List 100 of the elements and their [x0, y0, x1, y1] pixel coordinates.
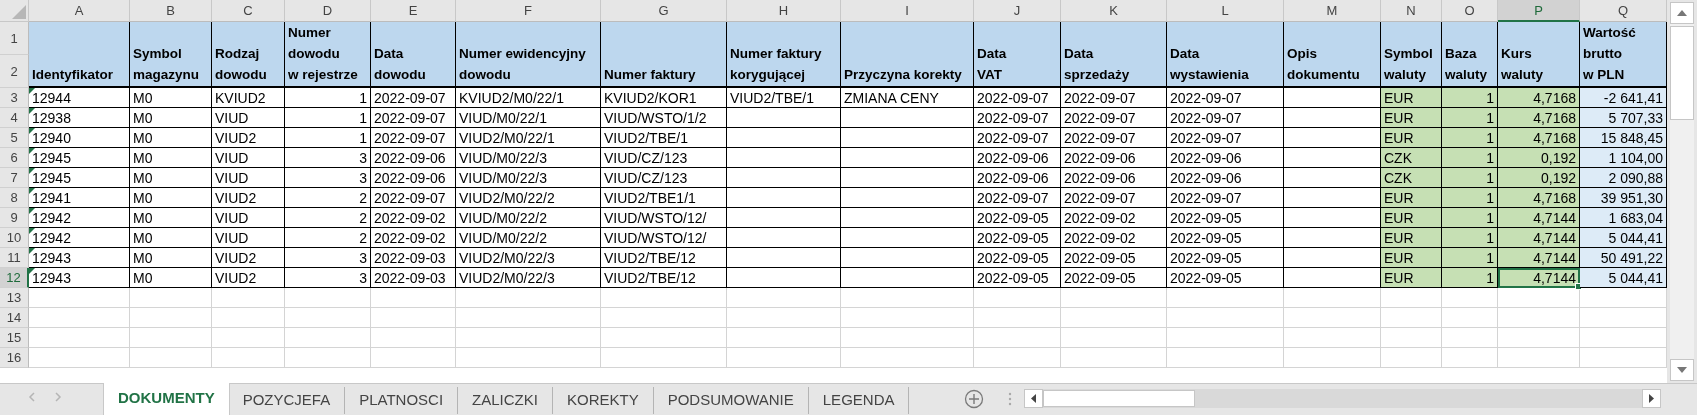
table-cell: 2: [285, 188, 371, 208]
column-heading[interactable]: M: [1284, 0, 1381, 22]
header-cell: Numer ewidencyjny dowodu: [456, 22, 601, 88]
sheet-tab[interactable]: PLATNOSCI: [345, 387, 459, 414]
table-cell: ZMIANA CENY: [841, 88, 974, 108]
splitter-icon[interactable]: [1008, 392, 1012, 406]
table-cell: KVIUD2: [212, 88, 285, 108]
row-heading[interactable]: 6: [0, 148, 29, 168]
scroll-thumb[interactable]: [1043, 390, 1195, 407]
row-heading[interactable]: 2: [0, 55, 29, 88]
select-all-icon[interactable]: [12, 5, 26, 19]
row-heading[interactable]: 4: [0, 108, 29, 128]
table-cell: 3: [285, 248, 371, 268]
scroll-down-icon[interactable]: [1670, 359, 1694, 381]
table-cell: EUR: [1381, 208, 1442, 228]
column-heading[interactable]: J: [974, 0, 1061, 22]
row-heading[interactable]: 16: [0, 348, 29, 368]
row-heading[interactable]: 15: [0, 328, 29, 348]
column-heading[interactable]: G: [601, 0, 727, 22]
table-cell: 2022-09-05: [1167, 248, 1284, 268]
sheet-tab[interactable]: POZYCJEFA: [228, 387, 346, 414]
table-cell: 2022-09-02: [1061, 228, 1167, 248]
table-cell: VIUD: [212, 208, 285, 228]
table-cell: 1: [1442, 168, 1498, 188]
table-cell: 2022-09-02: [371, 228, 456, 248]
column-heading[interactable]: N: [1381, 0, 1442, 22]
header-cell: Baza waluty: [1442, 22, 1498, 88]
column-heading[interactable]: A: [29, 0, 130, 22]
column-heading[interactable]: Q: [1580, 0, 1667, 22]
table-cell: 2022-09-07: [1061, 188, 1167, 208]
column-heading[interactable]: D: [285, 0, 371, 22]
table-cell: VIUD2/M0/22/2: [456, 188, 601, 208]
column-heading[interactable]: K: [1061, 0, 1167, 22]
row-heading[interactable]: 8: [0, 188, 29, 208]
table-cell: CZK: [1381, 168, 1442, 188]
column-heading[interactable]: I: [841, 0, 974, 22]
column-heading[interactable]: L: [1167, 0, 1284, 22]
row-heading[interactable]: 10: [0, 228, 29, 248]
table-cell: 2022-09-05: [1061, 268, 1167, 288]
header-cell: Data dowodu: [371, 22, 456, 88]
table-cell: EUR: [1381, 88, 1442, 108]
add-sheet-icon[interactable]: [964, 389, 984, 409]
scroll-left-icon[interactable]: [1024, 389, 1043, 408]
table-cell: 15 848,45: [1580, 128, 1667, 148]
table-cell: 1: [1442, 128, 1498, 148]
row-heading[interactable]: 1: [0, 22, 29, 55]
row-heading[interactable]: 7: [0, 168, 29, 188]
table-cell: VIUD2: [212, 188, 285, 208]
table-cell: VIUD/WSTO/1/2: [601, 108, 727, 128]
column-heading[interactable]: E: [371, 0, 456, 22]
column-heading[interactable]: O: [1442, 0, 1498, 22]
column-heading[interactable]: C: [212, 0, 285, 22]
next-sheet-icon[interactable]: [54, 392, 62, 402]
header-cell: Data VAT: [974, 22, 1061, 88]
table-cell: 1 104,00: [1580, 148, 1667, 168]
sheet-tab[interactable]: LEGENDA: [808, 387, 910, 414]
table-cell: M0: [130, 228, 212, 248]
table-cell: 2022-09-06: [1167, 168, 1284, 188]
column-heading[interactable]: F: [456, 0, 601, 22]
table-cell: VIUD/M0/22/3: [456, 168, 601, 188]
table-cell: 2022-09-05: [974, 268, 1061, 288]
empty-cell: [1442, 288, 1498, 308]
row-heading[interactable]: 9: [0, 208, 29, 228]
table-cell: 2022-09-07: [1061, 128, 1167, 148]
table-cell: M0: [130, 148, 212, 168]
empty-cell: [1381, 328, 1442, 348]
table-cell: 1: [1442, 248, 1498, 268]
table-cell: 2022-09-05: [1061, 248, 1167, 268]
sheet-tab[interactable]: PODSUMOWANIE: [653, 387, 809, 414]
table-cell: VIUD2: [212, 128, 285, 148]
sheet-tab[interactable]: KOREKTY: [552, 387, 654, 414]
table-cell: VIUD2/TBE/1: [727, 88, 841, 108]
sheet-tab[interactable]: ZALICZKI: [458, 387, 553, 414]
sheet-tab[interactable]: DOKUMENTY: [104, 383, 229, 415]
column-heading[interactable]: B: [130, 0, 212, 22]
row-heading[interactable]: 3: [0, 88, 29, 108]
table-cell: 2022-09-07: [1061, 108, 1167, 128]
row-heading[interactable]: 12: [0, 268, 29, 288]
table-cell: 2022-09-06: [371, 148, 456, 168]
scroll-up-icon[interactable]: [1670, 2, 1694, 24]
row-heading[interactable]: 5: [0, 128, 29, 148]
table-cell: 3: [285, 168, 371, 188]
row-heading[interactable]: 13: [0, 288, 29, 308]
table-cell: 12940: [29, 128, 130, 148]
column-heading[interactable]: P: [1498, 0, 1580, 22]
row-heading[interactable]: 11: [0, 248, 29, 268]
column-heading[interactable]: H: [727, 0, 841, 22]
table-cell: VIUD/M0/22/1: [456, 108, 601, 128]
table-cell: 2022-09-05: [974, 248, 1061, 268]
table-cell: 5 044,41: [1580, 228, 1667, 248]
table-cell: 2022-09-07: [974, 128, 1061, 148]
table-cell: 2022-09-07: [974, 188, 1061, 208]
table-cell: VIUD2/TBE/1: [601, 128, 727, 148]
table-cell: VIUD2/M0/22/3: [456, 248, 601, 268]
table-cell: 2022-09-05: [974, 208, 1061, 228]
row-heading[interactable]: 14: [0, 308, 29, 328]
previous-sheet-icon[interactable]: [28, 392, 36, 402]
table-cell: 2022-09-07: [974, 108, 1061, 128]
scroll-right-icon[interactable]: [1642, 389, 1661, 408]
scroll-thumb[interactable]: [1670, 26, 1694, 120]
